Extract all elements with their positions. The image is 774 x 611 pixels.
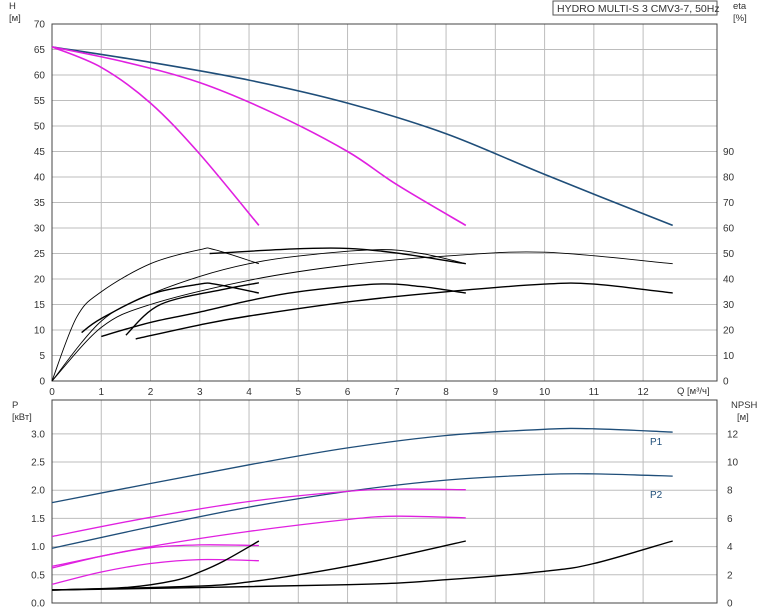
chart-title: HYDRO MULTI-S 3 CMV3-7, 50Hz xyxy=(557,3,720,15)
power-curve-2 xyxy=(51,488,466,538)
eta-tick-label: 60 xyxy=(723,224,735,235)
power-tick-label: 1.5 xyxy=(31,514,45,525)
bottom-grid xyxy=(51,400,717,604)
head-tick-label: 20 xyxy=(34,275,46,286)
top-grid xyxy=(51,23,717,382)
npsh-tick-label: 8 xyxy=(727,486,733,497)
p1-curve-label: P1 xyxy=(650,437,663,448)
eta-tick-label: 50 xyxy=(723,249,735,260)
x-tick-label: 0 xyxy=(49,387,55,398)
npsh-tick-label: 6 xyxy=(727,514,733,525)
eta-tick-label: 90 xyxy=(723,147,735,158)
eta-tick-label: 40 xyxy=(723,275,735,286)
x-tick-label: 11 xyxy=(589,387,600,398)
x-tick-label: 1 xyxy=(98,387,104,398)
npsh-axis-label: NPSH xyxy=(731,400,758,411)
npsh-curve-8 xyxy=(51,540,260,591)
eta-tick-label: 80 xyxy=(723,173,735,184)
eta-curve-4 xyxy=(51,249,466,382)
x-tick-label: 3 xyxy=(197,387,203,398)
head-axis-label: H xyxy=(9,1,16,12)
p2-curve-label: P2 xyxy=(650,490,663,501)
power-tick-label: 1.0 xyxy=(31,542,45,553)
eta-tick-label: 10 xyxy=(723,351,735,362)
x-tick-label: 8 xyxy=(443,387,449,398)
npsh-tick-label: 10 xyxy=(727,458,739,469)
head-tick-label: 65 xyxy=(34,45,46,56)
head-tick-label: 70 xyxy=(34,20,46,31)
eta-axis-unit: [%] xyxy=(733,13,747,24)
bottom-panel: 0.0 0.5 1.0 1.5 2.0 2.5 3.0 0 2 4 6 8 10 12 P [кВт] N… xyxy=(12,399,758,610)
x-tick-label: 12 xyxy=(638,387,650,398)
pump-performance-chart: 0 1 2 3 4 5 6 7 8 9 10 11 12051015202530354045505560… xyxy=(9,0,758,610)
head-curve-0 xyxy=(51,46,673,227)
npsh-tick-label: 12 xyxy=(727,429,739,440)
power-curve-0 xyxy=(51,427,673,504)
head-tick-label: 0 xyxy=(39,377,45,388)
eta-curve-10 xyxy=(209,247,466,265)
x-tick-label: 2 xyxy=(148,387,154,398)
head-curve-1 xyxy=(51,46,467,227)
eta-tick-label: 30 xyxy=(723,300,735,311)
power-tick-label: 2.0 xyxy=(31,486,45,497)
npsh-tick-label: 4 xyxy=(727,542,733,553)
npsh-axis-unit: [м] xyxy=(737,412,749,423)
bottom-plot-frame xyxy=(51,399,718,604)
power-curve-5 xyxy=(51,558,259,586)
head-tick-label: 5 xyxy=(39,351,45,362)
top-curves xyxy=(51,46,673,382)
eta-tick-label: 0 xyxy=(723,377,729,388)
eta-curve-3 xyxy=(51,251,673,382)
x-tick-label: 5 xyxy=(296,387,302,398)
eta-tick-label: 20 xyxy=(723,326,735,337)
eta-curve-5 xyxy=(51,247,260,382)
eta-curve-8 xyxy=(81,282,260,334)
eta-tick-label: 70 xyxy=(723,198,735,209)
x-tick-label: 9 xyxy=(493,387,499,398)
power-tick-label: 2.5 xyxy=(31,458,45,469)
eta-axis-label: eta xyxy=(733,1,747,12)
head-tick-label: 50 xyxy=(34,122,46,133)
eta-curve-9 xyxy=(125,282,260,336)
power-tick-label: 3.0 xyxy=(31,429,45,440)
power-curve-4 xyxy=(51,544,259,569)
head-tick-label: 35 xyxy=(34,198,46,209)
top-panel: 0 1 2 3 4 5 6 7 8 9 10 11 12051015202530354045505560… xyxy=(9,0,747,398)
head-tick-label: 60 xyxy=(34,71,46,82)
head-tick-label: 15 xyxy=(34,300,46,311)
head-curve-2 xyxy=(51,46,260,226)
bottom-curves xyxy=(51,427,673,591)
x-tick-label: 10 xyxy=(539,387,551,398)
head-tick-label: 55 xyxy=(34,96,46,107)
power-tick-label: 0.0 xyxy=(31,599,45,610)
power-tick-label: 0.5 xyxy=(31,570,45,581)
head-tick-label: 25 xyxy=(34,249,46,260)
x-tick-label: 6 xyxy=(345,387,351,398)
power-axis-unit: [кВт] xyxy=(12,412,32,423)
npsh-tick-label: 0 xyxy=(727,599,733,610)
npsh-tick-label: 2 xyxy=(727,570,733,581)
head-tick-label: 30 xyxy=(34,224,46,235)
x-tick-label: 4 xyxy=(246,387,252,398)
head-tick-label: 40 xyxy=(34,173,46,184)
head-tick-label: 45 xyxy=(34,147,46,158)
x-tick-label: 7 xyxy=(394,387,400,398)
flow-axis-label: Q [м³/ч] xyxy=(677,386,710,397)
power-axis-label: P xyxy=(12,400,18,411)
head-tick-label: 10 xyxy=(34,326,46,337)
head-axis-unit: [м] xyxy=(9,13,21,24)
